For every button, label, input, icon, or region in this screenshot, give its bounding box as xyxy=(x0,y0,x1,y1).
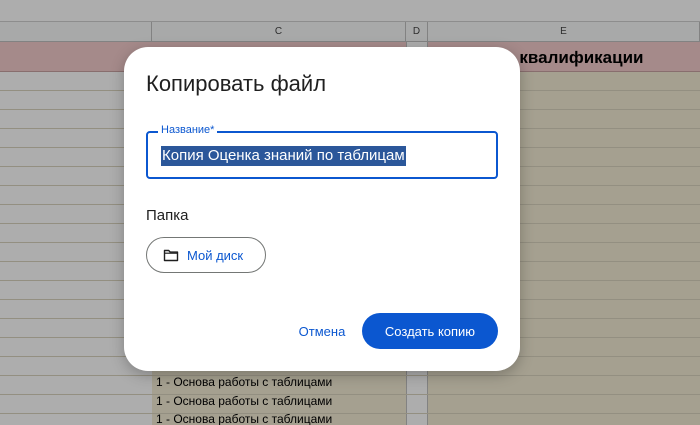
create-copy-button[interactable]: Создать копию xyxy=(362,313,498,349)
folder-button-label: Мой диск xyxy=(187,247,244,263)
cancel-button[interactable]: Отмена xyxy=(288,314,356,348)
folder-select-button[interactable]: Мой диск xyxy=(146,237,266,273)
folder-label: Папка xyxy=(146,207,189,224)
name-input[interactable]: Копия Оценка знаний по таблицам xyxy=(161,146,406,166)
name-field-label: Название* xyxy=(158,124,218,136)
copy-file-dialog: Копировать файл Название* Копия Оценка з… xyxy=(124,47,520,371)
folder-icon xyxy=(163,248,179,262)
dialog-title: Копировать файл xyxy=(146,71,327,96)
name-field[interactable]: Название* Копия Оценка знаний по таблица… xyxy=(146,124,498,179)
